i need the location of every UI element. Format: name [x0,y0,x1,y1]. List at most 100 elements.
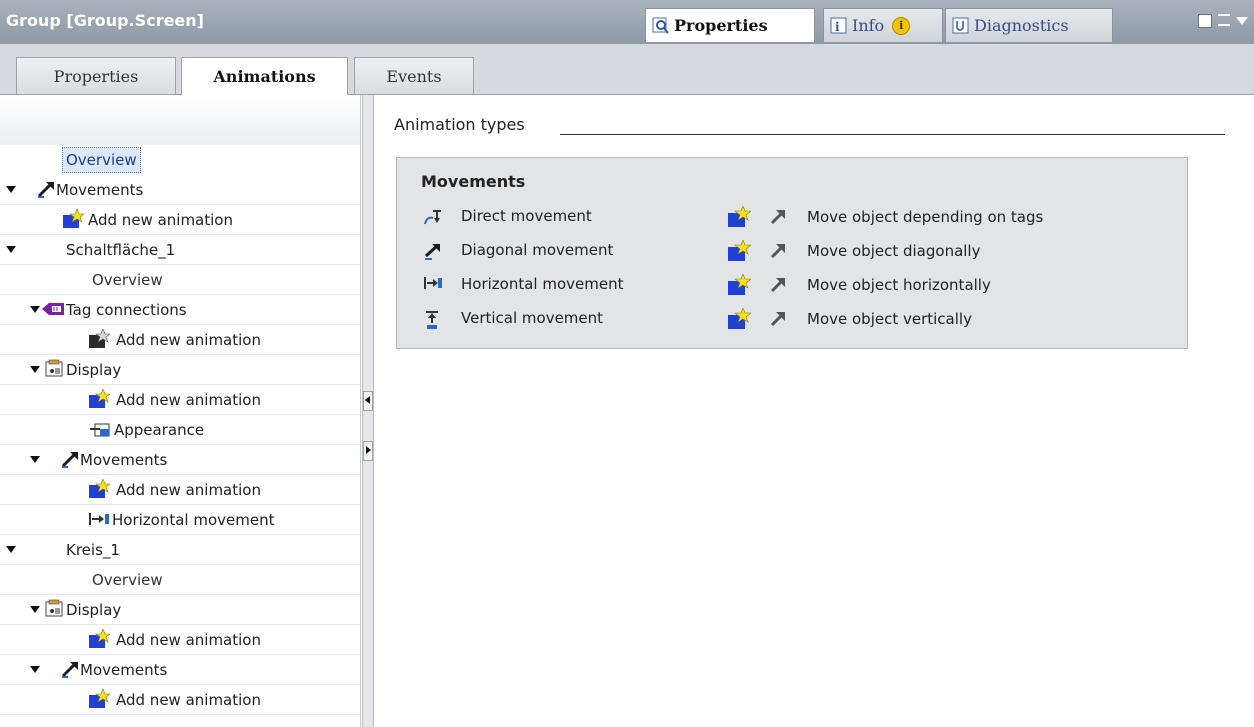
panel-title: Movements [421,172,526,191]
inspector-titlebar: Group [Group.Screen] Properties i Info i… [0,0,1254,45]
expand-arrow-icon[interactable] [30,666,40,673]
tree-item-label: Movements [80,660,168,679]
animation-action-label: Move object vertically [807,310,972,328]
diagnostics-icon [952,17,970,35]
tree-item-label: Add new animation [116,480,261,499]
add-animation-icon[interactable] [727,205,752,228]
window-controls [1198,14,1248,28]
tree-item-overview[interactable]: Overview [0,565,360,595]
tree-item-horizontal-movement[interactable]: Horizontal movement [0,505,360,535]
section-divider [560,134,1225,135]
tree-item-label: Add new animation [116,630,261,649]
tree-item-label: Overview [92,270,163,289]
tree-item-add-animation[interactable]: Add new animation [0,475,360,505]
subtab-animations[interactable]: Animations [181,57,348,95]
expand-arrow-icon[interactable] [30,606,40,613]
animation-type-label: Direct movement [461,207,592,225]
animation-type-row: Direct movement Move object depending on… [397,202,1189,232]
chevron-down-icon[interactable] [1236,17,1248,25]
arrow-up-right-icon[interactable] [769,276,787,294]
info-badge-icon: i [892,16,911,35]
horizontal-movement-icon [88,512,109,530]
animation-tree: Overview Movements Add new animation Sch… [0,95,361,727]
tree-item-label: Movements [80,450,168,469]
subtab-properties-label: Properties [53,66,139,86]
tree-item-tag-connections[interactable]: Tag connections [0,295,360,325]
expand-arrow-icon[interactable] [6,246,16,253]
window-title: Group [Group.Screen] [6,11,204,30]
animation-action-label: Move object diagonally [807,242,981,260]
tree-item-label: Add new animation [88,210,233,229]
tree-item-schaltflaeche[interactable]: Schaltfläche_1 [0,235,360,265]
add-animation-icon[interactable] [727,239,752,262]
horizontal-movement-icon [423,276,442,294]
tree-item-display[interactable]: Display [0,595,360,625]
expand-arrow-icon[interactable] [6,186,16,193]
tab-diagnostics-label: Diagnostics [974,16,1069,35]
subtab-bar: Properties Animations Events [0,44,1254,95]
expand-arrow-icon[interactable] [30,306,40,313]
diagonal-movement-icon [423,242,441,260]
arrow-up-right-icon[interactable] [769,242,787,260]
tree-item-label: Display [66,600,122,619]
movement-icon [60,450,80,468]
animation-type-row: Diagonal movement Move object diagonally [397,236,1189,266]
pane-splitter[interactable] [362,95,374,727]
add-animation-icon [88,688,111,708]
add-animation-icon [88,628,111,648]
tree-item-label: Overview [92,570,163,589]
movement-icon [36,180,56,198]
tree-item-label: Display [66,360,122,379]
animation-action-label: Move object depending on tags [807,208,1044,226]
animation-overview-pane: Animation types Movements Direct movemen… [374,95,1254,727]
tree-item-label: Add new animation [116,390,261,409]
tree-item-add-animation[interactable]: Add new animation [0,625,360,655]
tree-item-appearance[interactable]: Appearance [0,415,360,445]
tree-item-movements[interactable]: Movements [0,655,360,685]
expand-arrow-icon[interactable] [6,546,16,553]
tree-item-label: Schaltfläche_1 [66,240,176,259]
tree-item-label: Tag connections [66,300,187,319]
section-label: Animation types [394,115,525,134]
arrow-up-right-icon[interactable] [769,310,787,328]
appearance-icon [90,421,110,439]
arrow-up-right-icon[interactable] [769,208,787,226]
tree-item-add-animation[interactable]: Add new animation [0,325,360,355]
tab-info-label: Info [852,16,885,35]
tab-info[interactable]: i Info i [823,8,943,42]
tab-properties-label: Properties [674,16,768,35]
animation-type-label: Diagonal movement [461,241,614,259]
tab-diagnostics[interactable]: Diagnostics [945,8,1113,42]
tree-item-kreis[interactable]: Kreis_1 [0,535,360,565]
tree-item-movements[interactable]: Movements [0,175,360,205]
tree-item-overview-selected[interactable]: Overview [62,147,141,173]
direct-movement-icon [423,208,441,226]
vertical-movement-icon [423,310,441,329]
tree-item-display[interactable]: Display [0,355,360,385]
tree-header [0,95,360,145]
add-animation-icon[interactable] [727,273,752,296]
list-icon[interactable] [1218,14,1230,26]
float-window-icon[interactable] [1198,14,1212,28]
tree-item-add-animation[interactable]: Add new animation [0,385,360,415]
chevron-right-icon [366,446,371,454]
animation-type-label: Horizontal movement [461,275,624,293]
magnifier-icon [652,17,670,35]
svg-text:i: i [835,20,840,34]
subtab-events[interactable]: Events [354,57,474,94]
collapse-right-button[interactable] [363,441,373,461]
add-animation-icon[interactable] [727,307,752,330]
expand-arrow-icon[interactable] [30,456,40,463]
expand-arrow-icon[interactable] [30,366,40,373]
tag-connection-icon [42,301,64,319]
subtab-properties[interactable]: Properties [16,57,176,94]
tree-item-add-animation[interactable]: Add new animation [0,205,360,235]
tree-item-overview[interactable]: Overview [0,265,360,295]
tree-item-movements[interactable]: Movements [0,445,360,475]
tree-item-add-animation[interactable]: Add new animation [0,685,360,715]
tree-item-label: Add new animation [116,330,261,349]
tree-item-label: Movements [56,180,144,199]
collapse-left-button[interactable] [363,391,373,411]
animation-type-label: Vertical movement [461,309,604,327]
tab-properties[interactable]: Properties [645,8,815,42]
